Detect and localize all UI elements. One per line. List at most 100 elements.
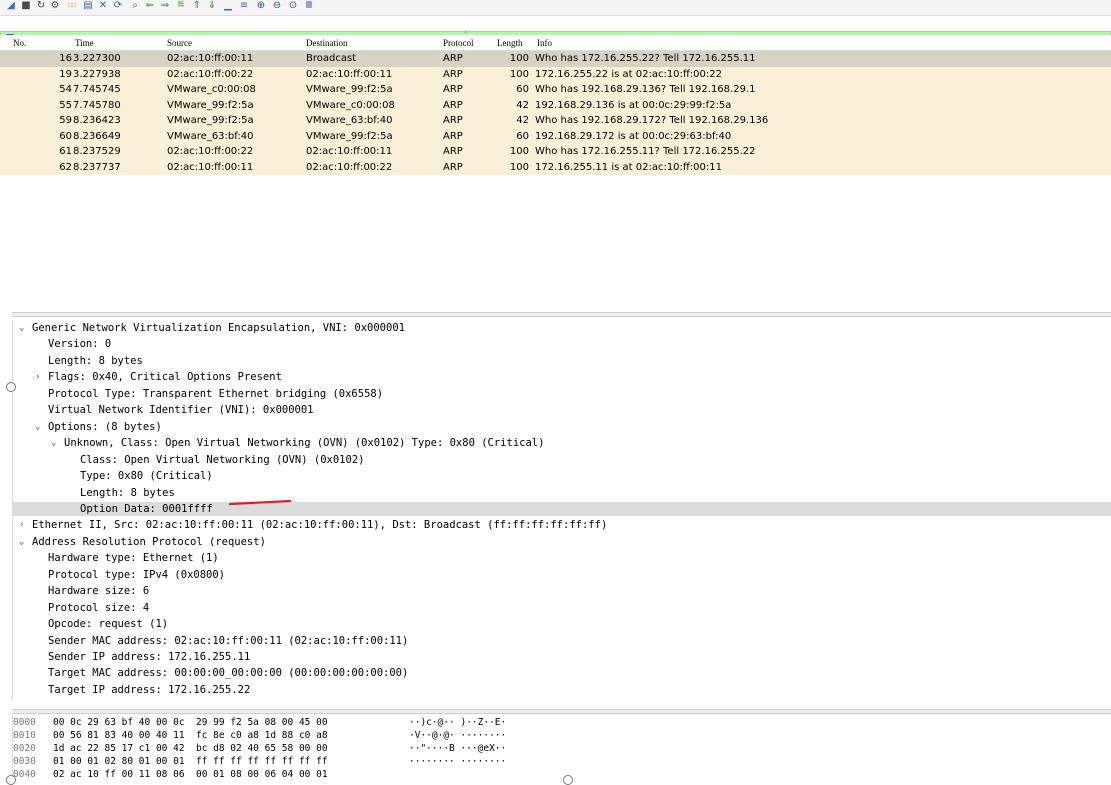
packet-protocol: ARP	[443, 161, 463, 173]
packet-protocol: ARP	[443, 68, 463, 80]
packet-row[interactable]: 60 8.236649 VMware_63:bf:40 VMware_99:f2:5a…	[0, 128, 1111, 144]
column-header-time[interactable]: Time	[75, 38, 94, 48]
packet-list[interactable]: 16 3.227300 02:ac:10:ff:00:11 Broadcast ARP 1…	[0, 51, 1111, 175]
detail-tree-row[interactable]: Class: Open Virtual Networking (OVN) (0x…	[13, 453, 1111, 467]
detail-tree-row[interactable]: Length: 8 bytes	[13, 354, 1111, 368]
zoom-in-icon[interactable]: ⊕	[255, 0, 267, 12]
detail-tree-row[interactable]: Hardware type: Ethernet (1)	[13, 551, 1111, 565]
byte-offset: 0040	[13, 769, 36, 780]
packet-source: 02:ac:10:ff:00:22	[167, 68, 254, 80]
go-forward-icon[interactable]: ⇒	[159, 0, 171, 12]
chevron-down-icon[interactable]: ⌄	[19, 321, 24, 335]
detail-tree-row[interactable]: ⌄ Options: (8 bytes)	[13, 420, 1111, 434]
packet-row[interactable]: 19 3.227938 02:ac:10:ff:00:22 02:ac:10:ff:0…	[0, 66, 1111, 82]
packet-info: 192.168.29.172 is at 00:0c:29:63:bf:40	[535, 130, 732, 142]
go-back-icon[interactable]: ⇐	[144, 0, 156, 12]
resize-columns-icon[interactable]: Ⅲ	[303, 0, 315, 12]
detail-tree-row[interactable]: Protocol type: IPv4 (0x0800)	[13, 568, 1111, 582]
byte-hex-values: 01 00 01 02 80 01 00 01 ff ff ff ff ff f…	[53, 756, 328, 767]
packet-source: VMware_99:f2:5a	[167, 99, 254, 111]
detail-tree-row[interactable]: Target MAC address: 00:00:00_00:00:00 (0…	[13, 666, 1111, 680]
restart-capture-icon[interactable]: ↻	[35, 0, 47, 12]
packet-details-tree[interactable]: ⌄ Generic Network Virtualization Encapsul…	[12, 320, 1111, 700]
chevron-down-icon[interactable]: ⌄	[19, 535, 24, 549]
column-header-destination[interactable]: Destination	[306, 38, 348, 48]
shark-fin-start-icon[interactable]: ◢	[5, 0, 17, 12]
bottom-center-resize-handle[interactable]	[563, 775, 573, 785]
detail-tree-row[interactable]: ⌄ Generic Network Virtualization Encapsul…	[13, 321, 1111, 335]
byte-ascii-values: ·V··@·@· ········	[409, 730, 507, 741]
chevron-right-icon[interactable]: ›	[19, 518, 24, 532]
last-packet-icon[interactable]: ⇓	[206, 0, 218, 12]
bytes-row[interactable]: 0010 00 56 81 83 40 00 40 11 fc 8e c0 a8 …	[13, 729, 1111, 742]
capture-options-gear-icon[interactable]: ⚙	[49, 0, 61, 12]
first-packet-icon[interactable]: ⇑	[191, 0, 203, 12]
column-header-protocol[interactable]: Protocol	[443, 38, 474, 48]
bottom-left-resize-handle[interactable]	[6, 775, 16, 785]
bytes-row[interactable]: 0030 01 00 01 02 80 01 00 01 ff ff ff ff …	[13, 755, 1111, 768]
pane-splitter-top[interactable]	[12, 312, 1111, 317]
packet-row[interactable]: 61 8.237529 02:ac:10:ff:00:22 02:ac:10:ff:0…	[0, 144, 1111, 160]
packet-bytes-pane[interactable]: 0000 00 0c 29 63 bf 40 00 0c 29 99 f2 5a …	[12, 716, 1111, 785]
detail-tree-row[interactable]: Sender IP address: 172.16.255.11	[13, 650, 1111, 664]
reload-file-icon[interactable]: ⟳	[112, 0, 124, 12]
find-packet-icon[interactable]: ⌕	[129, 0, 141, 12]
zoom-out-icon[interactable]: ⊖	[271, 0, 283, 12]
column-header-source[interactable]: Source	[167, 38, 192, 48]
chevron-down-icon[interactable]: ⌄	[35, 420, 40, 434]
open-folder-icon[interactable]: ▭	[66, 0, 78, 12]
packet-length: 100	[509, 161, 529, 173]
bytes-row[interactable]: 0040 02 ac 10 ff 00 11 08 06 00 01 08 00 …	[13, 768, 1111, 781]
bytes-row[interactable]: 0020 1d ac 22 85 17 c1 00 42 bc d8 02 40 …	[13, 742, 1111, 755]
autoscroll-icon[interactable]: ▁	[222, 0, 234, 12]
left-resize-handle[interactable]	[6, 382, 16, 392]
detail-tree-row[interactable]: Sender MAC address: 02:ac:10:ff:00:11 (0…	[13, 634, 1111, 648]
go-to-packet-icon[interactable]: ≝	[175, 0, 187, 12]
save-file-icon[interactable]: ▤	[82, 0, 94, 12]
packet-row[interactable]: 62 8.237737 02:ac:10:ff:00:11 02:ac:10:ff:0…	[0, 159, 1111, 175]
detail-field-text: Flags: 0x40, Critical Options Present	[48, 371, 282, 384]
detail-tree-row[interactable]: ⌄ Address Resolution Protocol (request)	[13, 535, 1111, 549]
byte-ascii-values: ··)c·@·· )··Z··E·	[409, 717, 507, 728]
column-header-info[interactable]: Info	[537, 38, 552, 48]
packet-row[interactable]: 55 7.745780 VMware_99:f2:5a VMware_c0:00:08…	[0, 97, 1111, 113]
packet-row[interactable]: 54 7.745745 VMware_c0:00:08 VMware_99:f2:5a…	[0, 82, 1111, 98]
packet-source: VMware_99:f2:5a	[167, 115, 254, 126]
detail-field-text: Hardware size: 6	[48, 585, 150, 598]
detail-tree-row[interactable]: Protocol Type: Transparent Ethernet brid…	[13, 387, 1111, 401]
chevron-right-icon[interactable]: ›	[35, 370, 40, 384]
detail-tree-row[interactable]: Version: 0	[13, 337, 1111, 351]
detail-field-text: Length: 8 bytes	[48, 354, 143, 367]
detail-tree-row[interactable]: Length: 8 bytes	[13, 486, 1111, 500]
detail-tree-row[interactable]: Hardware size: 6	[13, 584, 1111, 598]
detail-tree-row[interactable]: ⌄ Unknown, Class: Open Virtual Networking…	[13, 436, 1111, 450]
packet-row[interactable]: 16 3.227300 02:ac:10:ff:00:11 Broadcast ARP 1…	[0, 51, 1111, 67]
detail-tree-row[interactable]: Type: 0x80 (Critical)	[13, 469, 1111, 483]
detail-field-text: Sender IP address: 172.16.255.11	[48, 651, 251, 663]
colorize-icon[interactable]: ≡	[238, 0, 250, 12]
packet-length: 100	[509, 53, 529, 64]
pane-splitter-bottom[interactable]	[12, 709, 1111, 714]
packet-row[interactable]: 59 8.236423 VMware_99:f2:5a VMware_63:bf:40…	[0, 113, 1111, 129]
detail-tree-row[interactable]: Option Data: 0001ffff	[13, 501, 1111, 516]
detail-tree-row[interactable]: Protocol size: 4	[13, 601, 1111, 615]
sort-ascending-icon: ^	[464, 29, 468, 37]
column-header-no[interactable]: No.	[13, 38, 26, 48]
detail-tree-row[interactable]: › Flags: 0x40, Critical Options Present	[13, 370, 1111, 384]
column-header-length[interactable]: Length	[497, 38, 523, 48]
chevron-down-icon[interactable]: ⌄	[51, 436, 56, 450]
detail-field-text: Protocol Type: Transparent Ethernet brid…	[48, 387, 384, 400]
packet-no: 59	[59, 115, 72, 126]
detail-field-text: Generic Network Virtualization Encapsula…	[32, 322, 405, 334]
stop-square-icon[interactable]: ■	[20, 0, 32, 12]
detail-tree-row[interactable]: Target IP address: 172.16.255.22	[13, 683, 1111, 697]
detail-tree-row[interactable]: Virtual Network Identifier (VNI): 0x0000…	[13, 403, 1111, 417]
close-file-icon[interactable]: ✕	[97, 0, 109, 12]
detail-tree-row[interactable]: › Ethernet II, Src: 02:ac:10:ff:00:11 (02…	[13, 518, 1111, 532]
packet-info: Who has 172.16.255.22? Tell 172.16.255.1…	[535, 53, 756, 64]
detail-tree-row[interactable]: Opcode: request (1)	[13, 617, 1111, 631]
normal-size-icon[interactable]: ⊙	[287, 0, 299, 12]
main-toolbar: ◢ ■ ↻ ⚙ ▭ ▤ ✕ ⟳ ⌕ ⇐ ⇒ ≝ ⇑ ⇓ ▁ ≡ ⊕ ⊖ ⊙ Ⅲ	[0, 0, 1111, 16]
bytes-row[interactable]: 0000 00 0c 29 63 bf 40 00 0c 29 99 f2 5a …	[13, 716, 1111, 729]
packet-info: 172.16.255.11 is at 02:ac:10:ff:00:11	[535, 161, 722, 173]
